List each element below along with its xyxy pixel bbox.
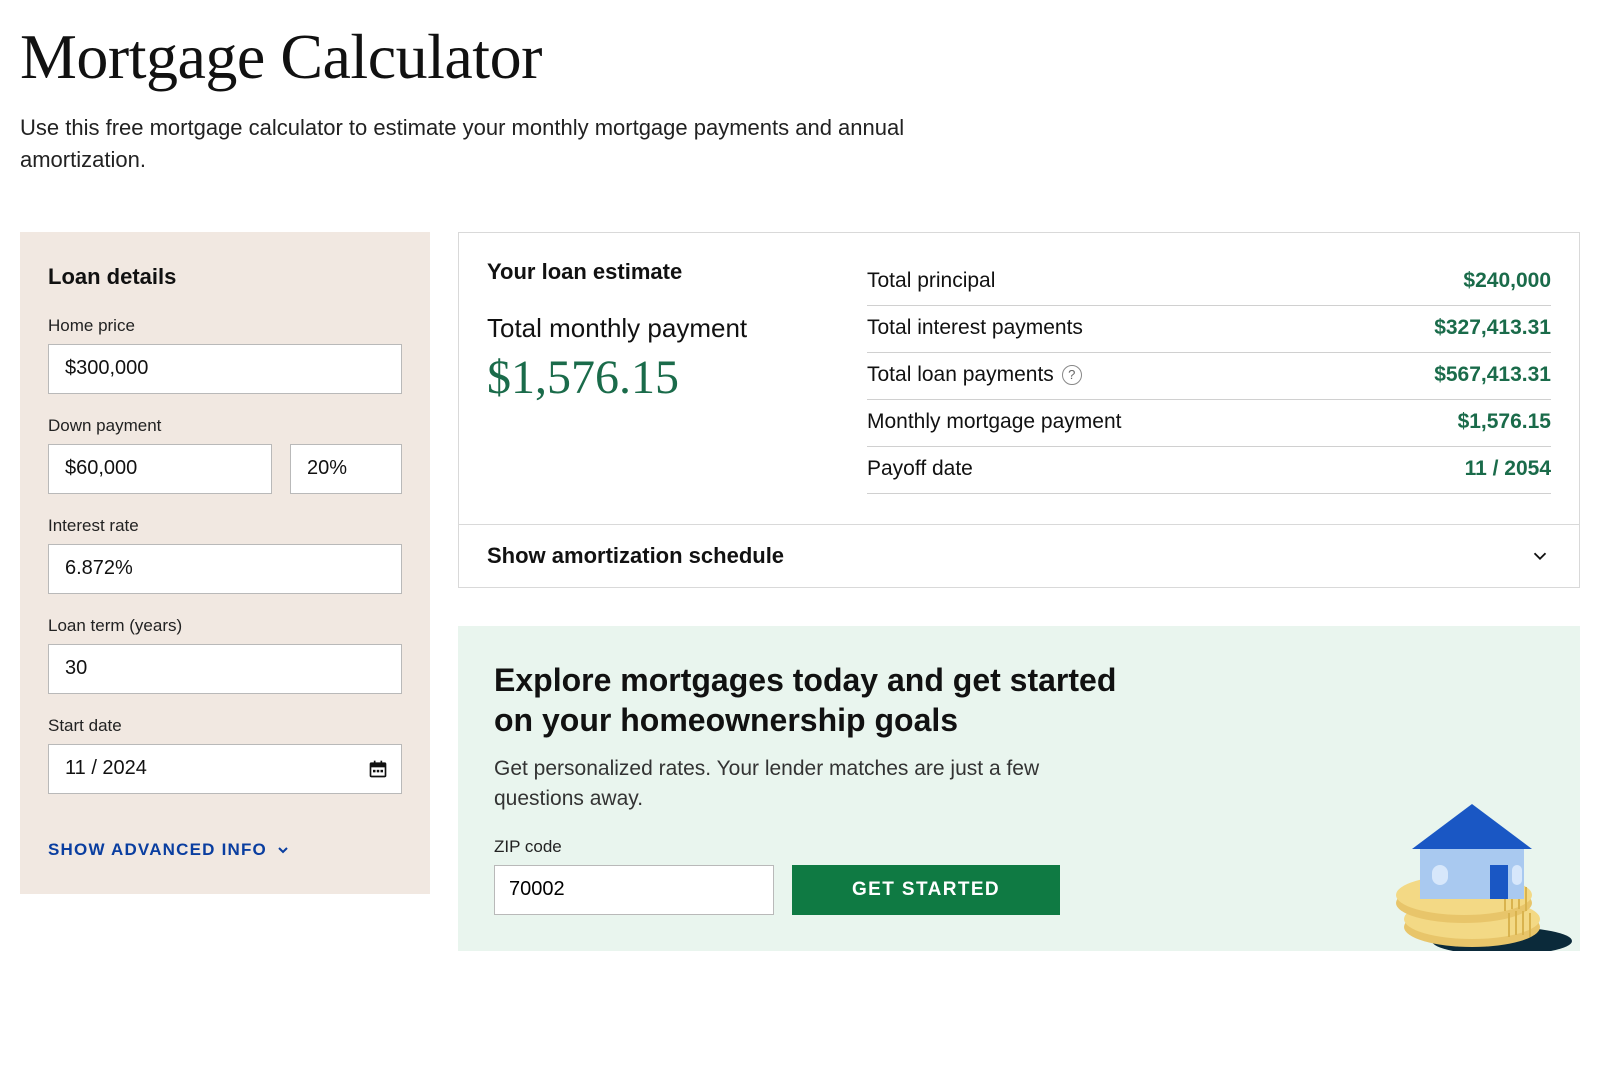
- explore-mortgages-card: Explore mortgages today and get started …: [458, 626, 1580, 951]
- estimate-row-total-loan: Total loan payments ? $567,413.31: [867, 353, 1551, 400]
- show-amortization-label: Show amortization schedule: [487, 543, 784, 569]
- show-amortization-toggle[interactable]: Show amortization schedule: [459, 524, 1579, 587]
- total-interest-label: Total interest payments: [867, 316, 1083, 340]
- loan-details-panel: Loan details Home price Down payment Int…: [20, 232, 430, 894]
- chevron-down-icon: [1529, 545, 1551, 567]
- interest-rate-field: Interest rate: [48, 516, 402, 594]
- estimate-row-total-principal: Total principal $240,000: [867, 259, 1551, 306]
- loan-term-field: Loan term (years): [48, 616, 402, 694]
- calendar-icon[interactable]: [368, 759, 388, 779]
- total-loan-label: Total loan payments: [867, 363, 1054, 387]
- home-price-input[interactable]: [48, 344, 402, 394]
- start-date-input[interactable]: [48, 744, 402, 794]
- estimate-table: Total principal $240,000 Total interest …: [867, 259, 1551, 494]
- total-principal-value: $240,000: [1463, 269, 1551, 293]
- chevron-down-icon: [275, 842, 291, 858]
- down-payment-field: Down payment: [48, 416, 402, 494]
- page-title: Mortgage Calculator: [20, 20, 1580, 94]
- down-payment-amount-input[interactable]: [48, 444, 272, 494]
- loan-details-heading: Loan details: [48, 264, 402, 290]
- estimate-row-total-interest: Total interest payments $327,413.31: [867, 306, 1551, 353]
- payoff-date-value: 11 / 2054: [1465, 457, 1551, 481]
- interest-rate-input[interactable]: [48, 544, 402, 594]
- total-monthly-payment-value: $1,576.15: [487, 350, 807, 405]
- estimate-row-monthly-mortgage: Monthly mortgage payment $1,576.15: [867, 400, 1551, 447]
- start-date-field: Start date: [48, 716, 402, 794]
- home-price-label: Home price: [48, 316, 402, 336]
- payoff-date-label: Payoff date: [867, 457, 973, 481]
- show-advanced-info-label: SHOW ADVANCED INFO: [48, 840, 267, 860]
- total-loan-value: $567,413.31: [1434, 363, 1551, 387]
- help-icon[interactable]: ?: [1062, 365, 1082, 385]
- start-date-label: Start date: [48, 716, 402, 736]
- get-started-button[interactable]: GET STARTED: [792, 865, 1060, 915]
- monthly-mortgage-value: $1,576.15: [1458, 410, 1551, 434]
- home-price-field: Home price: [48, 316, 402, 394]
- cta-subtext: Get personalized rates. Your lender matc…: [494, 754, 1054, 815]
- zip-code-input[interactable]: [494, 865, 774, 915]
- loan-term-input[interactable]: [48, 644, 402, 694]
- down-payment-percent-input[interactable]: [290, 444, 402, 494]
- total-monthly-payment-label: Total monthly payment: [487, 313, 807, 344]
- monthly-mortgage-label: Monthly mortgage payment: [867, 410, 1121, 434]
- interest-rate-label: Interest rate: [48, 516, 402, 536]
- page-subtitle: Use this free mortgage calculator to est…: [20, 112, 920, 176]
- down-payment-label: Down payment: [48, 416, 402, 436]
- total-principal-label: Total principal: [867, 269, 995, 293]
- total-interest-value: $327,413.31: [1434, 316, 1551, 340]
- loan-estimate-card: Your loan estimate Total monthly payment…: [458, 232, 1580, 588]
- house-coins-illustration: [1352, 769, 1572, 951]
- show-advanced-info-toggle[interactable]: SHOW ADVANCED INFO: [48, 840, 291, 860]
- estimate-row-payoff-date: Payoff date 11 / 2054: [867, 447, 1551, 494]
- cta-heading: Explore mortgages today and get started …: [494, 660, 1134, 740]
- loan-term-label: Loan term (years): [48, 616, 402, 636]
- loan-estimate-heading: Your loan estimate: [487, 259, 807, 285]
